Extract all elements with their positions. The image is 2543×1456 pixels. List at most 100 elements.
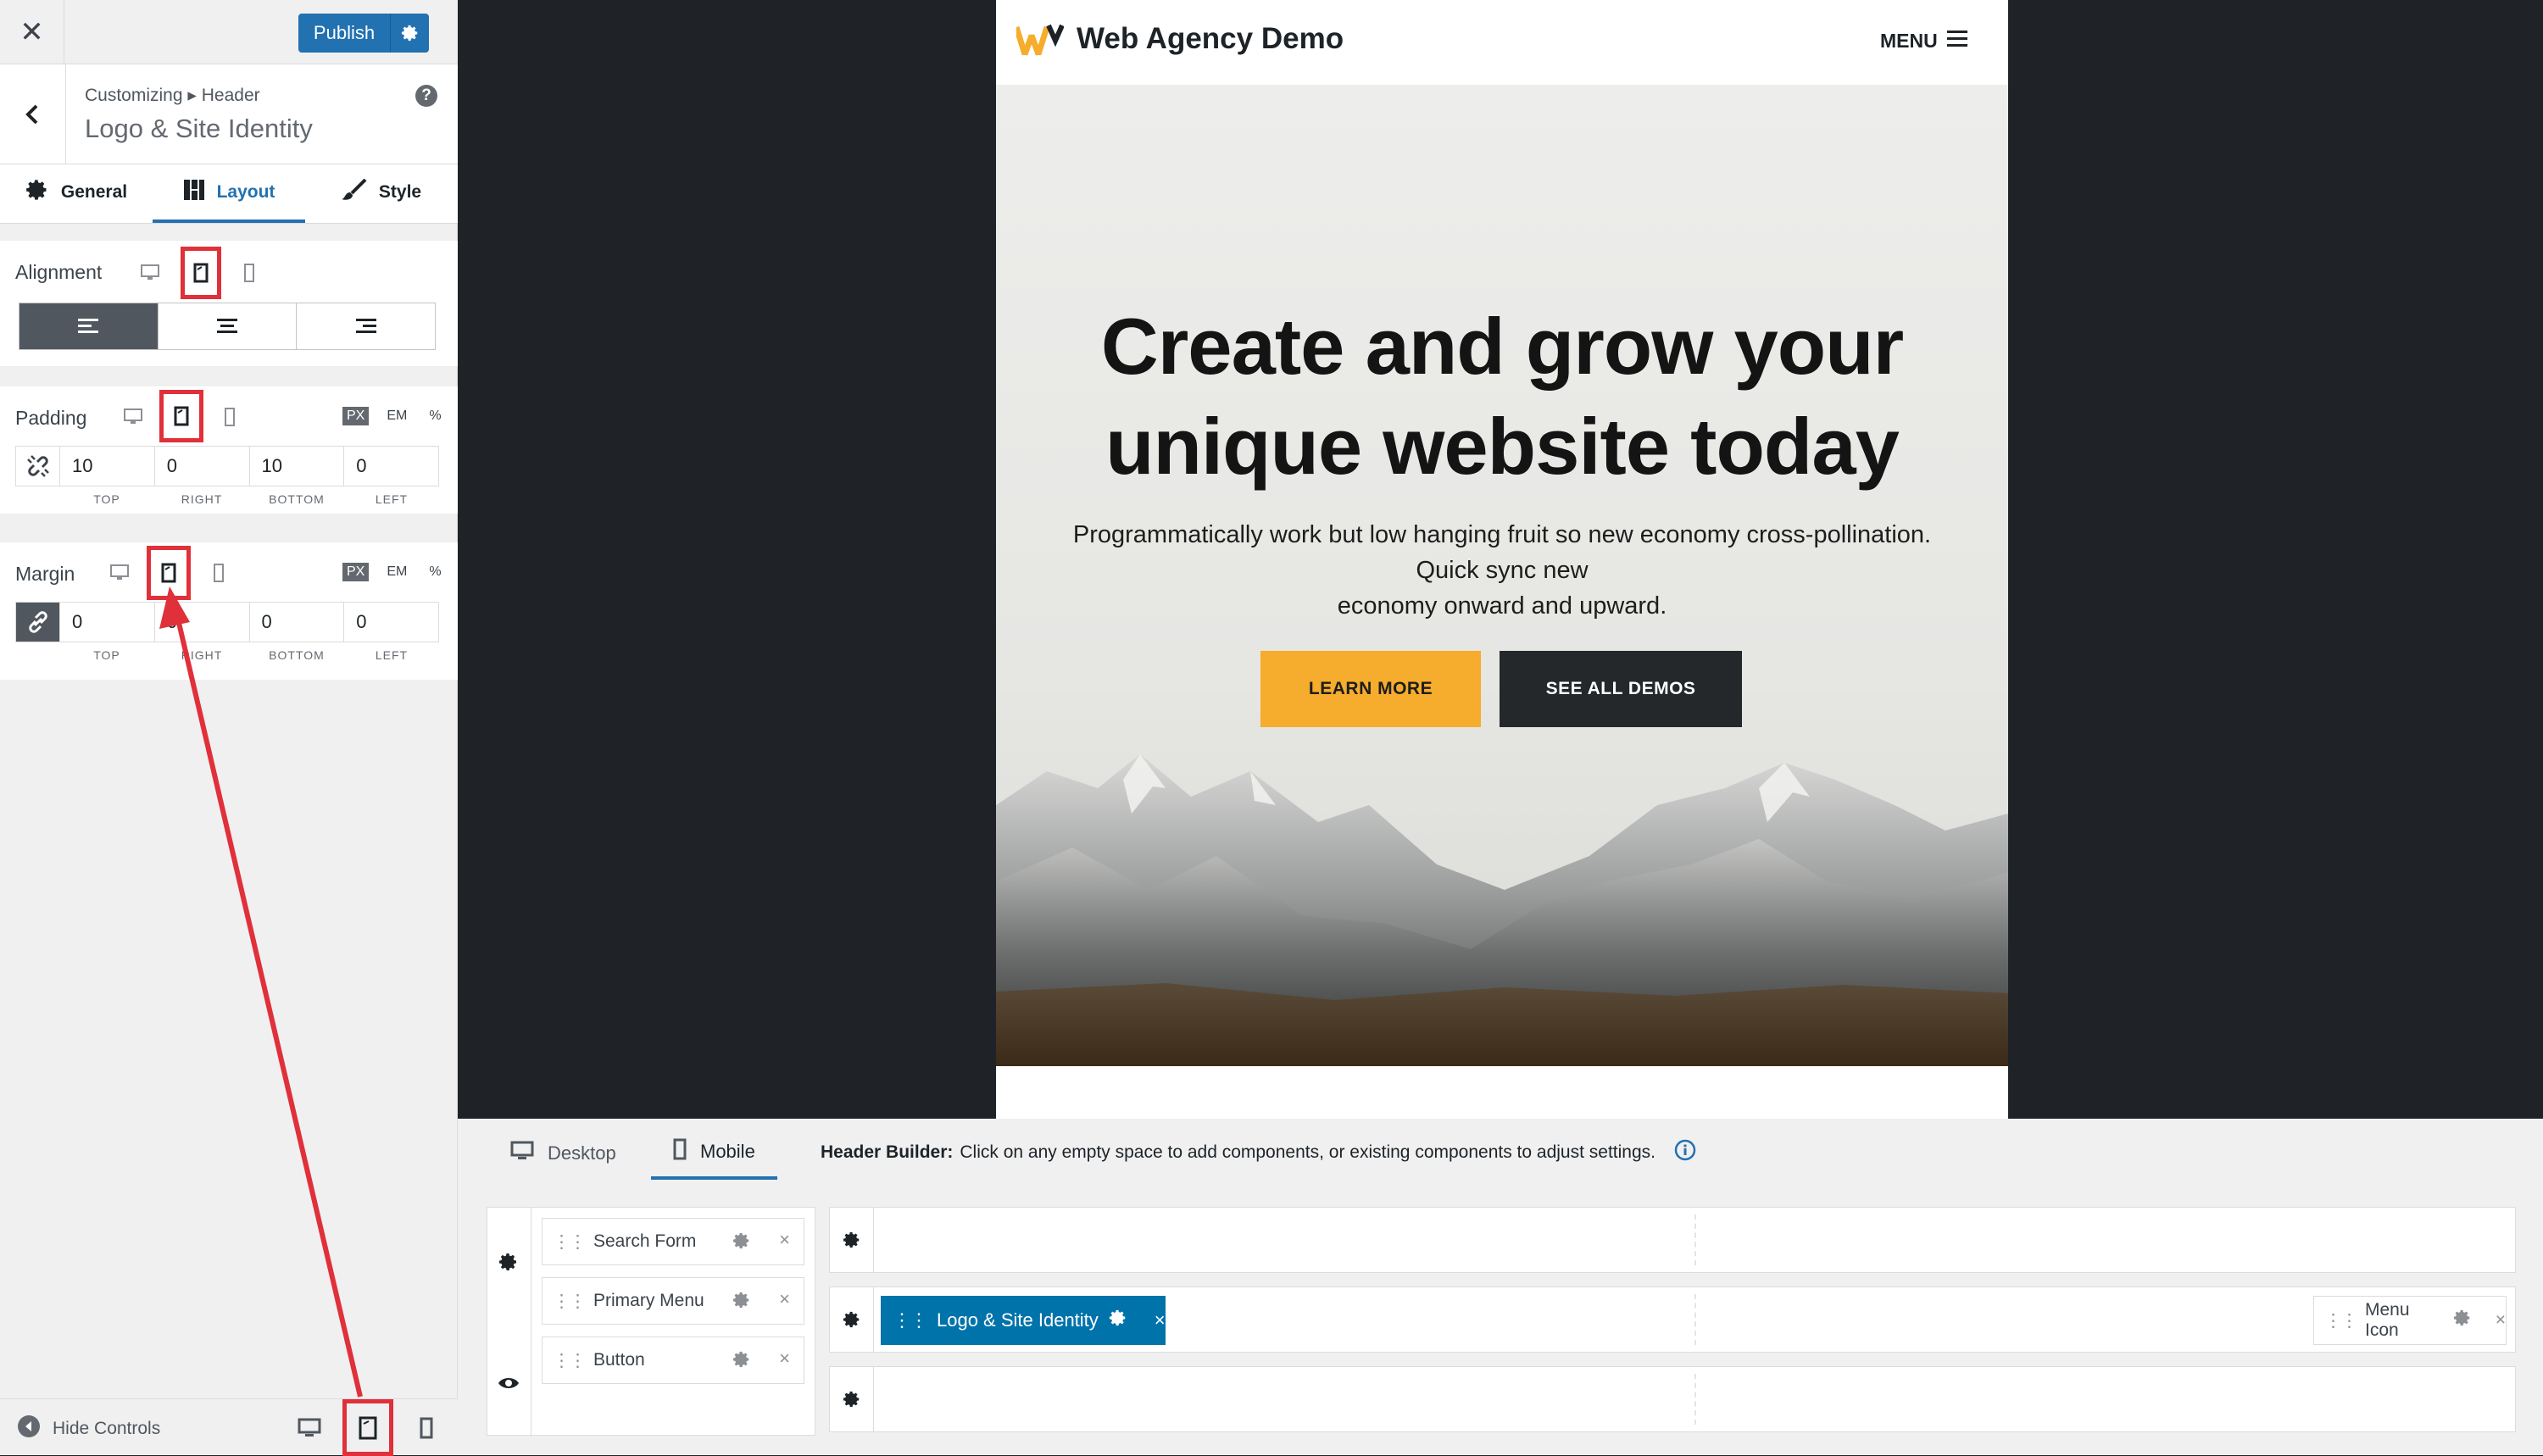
panel-side bbox=[487, 1208, 531, 1437]
margin-inputs: 0 0 0 0 bbox=[15, 602, 439, 642]
unlink-icon[interactable] bbox=[16, 447, 60, 486]
hero-text-line-3: economy onward and upward. bbox=[1337, 592, 1667, 620]
margin-bottom-input[interactable]: 0 bbox=[250, 603, 345, 642]
tab-desktop[interactable]: Desktop bbox=[510, 1127, 616, 1180]
alignment-control: Alignment bbox=[0, 241, 458, 366]
unit-px[interactable]: PX bbox=[342, 563, 370, 581]
tab-layout[interactable]: Layout bbox=[153, 164, 305, 223]
tab-layout-label: Layout bbox=[216, 181, 275, 202]
margin-top-input[interactable]: 0 bbox=[60, 603, 155, 642]
padding-bottom-input[interactable]: 10 bbox=[250, 447, 345, 486]
site-title[interactable]: Web Agency Demo bbox=[1077, 22, 1344, 56]
gear-icon[interactable] bbox=[2453, 1309, 2472, 1332]
builder-row-bottom[interactable] bbox=[829, 1366, 2516, 1432]
see-all-demos-button[interactable]: SEE ALL DEMOS bbox=[1500, 651, 1742, 727]
back-chevron-icon[interactable] bbox=[0, 64, 66, 164]
padding-right-input[interactable]: 0 bbox=[155, 447, 250, 486]
eye-icon[interactable] bbox=[498, 1375, 520, 1395]
publish-button[interactable]: Publish bbox=[298, 14, 390, 53]
breadcrumb: Customizing ▸ Header bbox=[85, 86, 260, 105]
section-header: Customizing ▸ Header Logo & Site Identit… bbox=[0, 64, 458, 164]
tablet-icon[interactable] bbox=[159, 390, 203, 442]
drag-handle-icon[interactable]: ⋮⋮ bbox=[553, 1231, 587, 1253]
component-search-form[interactable]: ⋮⋮ Search Form × bbox=[542, 1218, 804, 1265]
preview-desktop-icon[interactable] bbox=[297, 1416, 322, 1440]
mobile-icon[interactable] bbox=[239, 263, 259, 283]
preview-tablet-icon[interactable] bbox=[342, 1399, 393, 1456]
menu-icon-component[interactable]: ⋮⋮ Menu Icon × bbox=[2313, 1296, 2507, 1345]
unit-em[interactable]: EM bbox=[382, 407, 411, 425]
remove-icon[interactable]: × bbox=[779, 1348, 790, 1370]
row-settings-gear-icon[interactable] bbox=[830, 1208, 874, 1272]
component-button[interactable]: ⋮⋮ Button × bbox=[542, 1337, 804, 1384]
drag-handle-icon[interactable]: ⋮⋮ bbox=[553, 1291, 587, 1312]
site-preview[interactable]: Web Agency Demo MENU Create and grow you… bbox=[996, 0, 2008, 1119]
margin-side-labels: TOP RIGHT BOTTOM LEFT bbox=[59, 648, 439, 662]
help-icon[interactable]: ? bbox=[415, 85, 437, 107]
component-label: Menu Icon bbox=[2365, 1300, 2410, 1340]
hero-title: Create and grow your unique website toda… bbox=[1030, 297, 1974, 497]
gear-icon[interactable] bbox=[732, 1291, 751, 1314]
site-header: Web Agency Demo MENU bbox=[996, 0, 2008, 85]
padding-top-input[interactable]: 10 bbox=[60, 447, 155, 486]
close-icon[interactable]: ✕ bbox=[0, 0, 64, 64]
align-left-button[interactable] bbox=[19, 303, 159, 349]
gear-icon[interactable] bbox=[1109, 1309, 1127, 1332]
side-label-left: LEFT bbox=[375, 492, 409, 506]
desktop-icon[interactable] bbox=[109, 563, 131, 583]
brush-icon bbox=[341, 178, 367, 206]
unit-percent[interactable]: % bbox=[425, 407, 445, 425]
margin-right-input[interactable]: 0 bbox=[155, 603, 250, 642]
site-logo-icon[interactable] bbox=[1013, 24, 1065, 62]
drag-handle-icon[interactable]: ⋮⋮ bbox=[553, 1350, 587, 1371]
drag-handle-icon[interactable]: ⋮⋮ bbox=[2324, 1310, 2358, 1331]
row-settings-gear-icon[interactable] bbox=[830, 1287, 874, 1352]
remove-icon[interactable]: × bbox=[779, 1288, 790, 1310]
padding-side-labels: TOP RIGHT BOTTOM LEFT bbox=[59, 492, 439, 506]
preview-mobile-icon[interactable] bbox=[415, 1416, 437, 1440]
remove-icon[interactable]: × bbox=[779, 1229, 790, 1251]
hide-controls-button[interactable]: Hide Controls bbox=[17, 1414, 160, 1443]
unit-px[interactable]: PX bbox=[342, 407, 370, 425]
learn-more-button[interactable]: LEARN MORE bbox=[1260, 651, 1481, 727]
tab-mobile[interactable]: Mobile bbox=[651, 1127, 777, 1180]
tablet-icon[interactable] bbox=[147, 546, 191, 600]
tab-desktop-label: Desktop bbox=[548, 1142, 616, 1164]
hero-text-line-1: Programmatically work but low hanging fr… bbox=[1072, 521, 1932, 548]
align-right-button[interactable] bbox=[297, 303, 436, 349]
component-label: Button bbox=[593, 1350, 645, 1370]
tab-style[interactable]: Style bbox=[305, 164, 458, 223]
remove-icon[interactable]: × bbox=[2496, 1310, 2506, 1331]
publish-settings-gear-icon[interactable] bbox=[390, 14, 429, 53]
align-center-button[interactable] bbox=[158, 303, 298, 349]
menu-toggle[interactable]: MENU bbox=[1880, 29, 1968, 53]
remove-icon[interactable]: × bbox=[1155, 1309, 1166, 1331]
link-icon[interactable] bbox=[16, 603, 60, 642]
mobile-icon[interactable] bbox=[209, 563, 229, 583]
gear-icon[interactable] bbox=[732, 1350, 751, 1374]
header-builder-info-label: Header Builder: bbox=[821, 1142, 954, 1162]
unit-percent[interactable]: % bbox=[425, 563, 445, 581]
gear-icon[interactable] bbox=[732, 1231, 751, 1255]
margin-left-input[interactable]: 0 bbox=[344, 603, 438, 642]
component-primary-menu[interactable]: ⋮⋮ Primary Menu × bbox=[542, 1277, 804, 1325]
logo-site-identity-component[interactable]: ⋮⋮ Logo & Site Identity × bbox=[881, 1296, 1166, 1345]
mobile-icon[interactable] bbox=[220, 407, 240, 427]
builder-row-top[interactable] bbox=[829, 1207, 2516, 1273]
desktop-icon[interactable] bbox=[122, 407, 144, 427]
padding-left-input[interactable]: 0 bbox=[344, 447, 438, 486]
info-icon[interactable] bbox=[1674, 1139, 1696, 1166]
unit-em[interactable]: EM bbox=[382, 563, 411, 581]
tab-style-label: Style bbox=[378, 181, 422, 202]
desktop-icon[interactable] bbox=[139, 263, 161, 283]
builder-row-main[interactable]: ⋮⋮ Logo & Site Identity × ⋮⋮ Menu Icon × bbox=[829, 1287, 2516, 1353]
gear-icon[interactable] bbox=[498, 1252, 519, 1276]
tab-general[interactable]: General bbox=[0, 164, 153, 223]
row-settings-gear-icon[interactable] bbox=[830, 1367, 874, 1431]
drag-handle-icon[interactable]: ⋮⋮ bbox=[893, 1309, 928, 1331]
margin-units: PX EM % bbox=[342, 563, 446, 581]
tablet-icon[interactable] bbox=[181, 247, 221, 299]
collapse-icon bbox=[17, 1414, 41, 1443]
padding-inputs: 10 0 10 0 bbox=[15, 446, 439, 486]
customizer-footer: Hide Controls bbox=[0, 1398, 458, 1456]
